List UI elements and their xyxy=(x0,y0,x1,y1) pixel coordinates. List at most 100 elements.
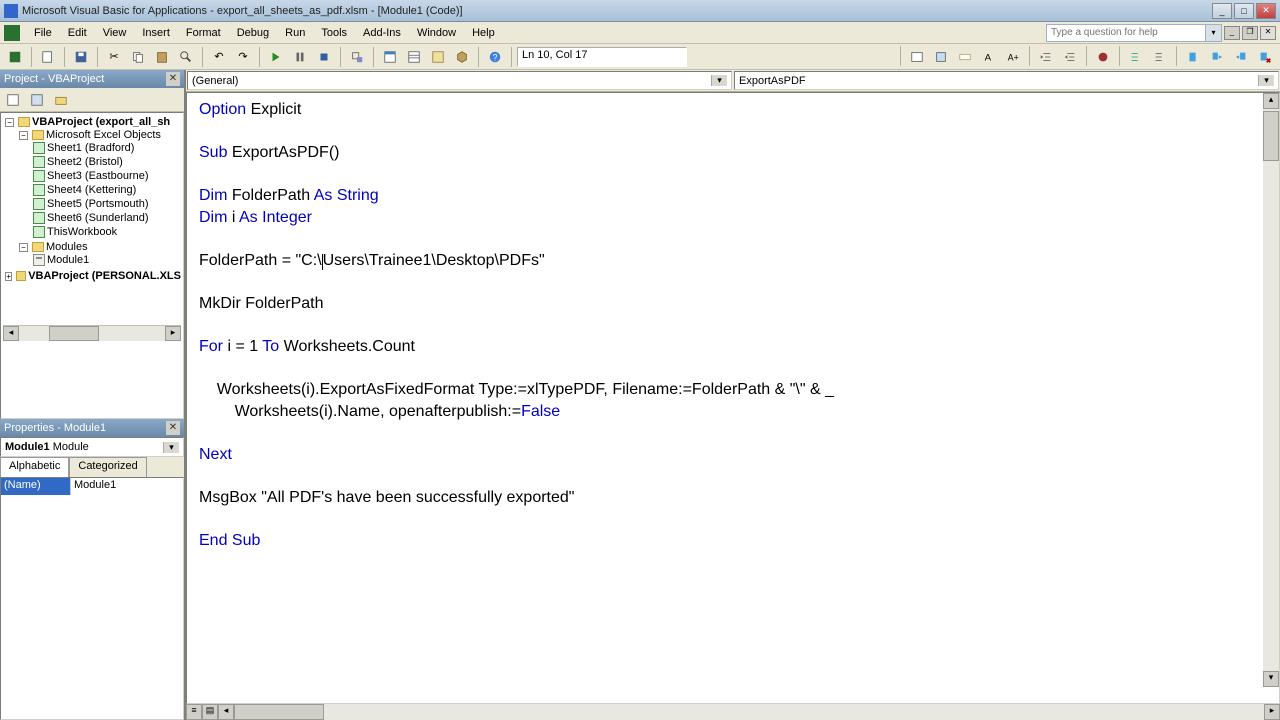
scroll-up-icon[interactable]: ▴ xyxy=(1263,93,1279,109)
tree-folder-modules[interactable]: Modules xyxy=(46,241,88,253)
prev-bookmark-icon[interactable] xyxy=(1230,46,1252,68)
insert-module-icon[interactable] xyxy=(37,46,59,68)
menu-file[interactable]: File xyxy=(26,25,60,41)
property-name-value[interactable]: Module1 xyxy=(71,478,183,495)
maximize-button[interactable]: □ xyxy=(1234,3,1254,19)
redo-icon[interactable]: ↷ xyxy=(232,46,254,68)
svg-text:A+: A+ xyxy=(1008,52,1019,62)
toggle-folders-icon[interactable] xyxy=(50,89,72,111)
tree-sheet[interactable]: Sheet1 (Bradford) xyxy=(47,142,134,154)
dropdown-icon[interactable]: ▾ xyxy=(163,442,179,453)
scroll-left-icon[interactable]: ◂ xyxy=(218,704,234,720)
scroll-thumb[interactable] xyxy=(49,326,99,341)
tree-sheet[interactable]: Sheet6 (Sunderland) xyxy=(47,212,149,224)
clear-bookmarks-icon[interactable] xyxy=(1254,46,1276,68)
tree-toggle[interactable]: − xyxy=(19,131,28,140)
view-object-icon[interactable] xyxy=(26,89,48,111)
menu-addins[interactable]: Add-Ins xyxy=(355,25,409,41)
menu-format[interactable]: Format xyxy=(178,25,229,41)
project-panel-close[interactable]: ✕ xyxy=(166,72,180,86)
quick-info-icon[interactable] xyxy=(954,46,976,68)
view-excel-icon[interactable] xyxy=(4,46,26,68)
scroll-thumb[interactable] xyxy=(234,704,324,720)
parameter-info-icon[interactable]: A xyxy=(978,46,1000,68)
close-button[interactable]: ✕ xyxy=(1256,3,1276,19)
find-icon[interactable] xyxy=(175,46,197,68)
menu-edit[interactable]: Edit xyxy=(60,25,95,41)
excel-icon[interactable] xyxy=(4,25,20,41)
properties-object-selector[interactable]: Module1 Module ▾ xyxy=(0,437,184,457)
tree-hscrollbar[interactable]: ◂ ▸ xyxy=(3,325,181,341)
next-bookmark-icon[interactable] xyxy=(1206,46,1228,68)
tree-sheet[interactable]: Sheet2 (Bristol) xyxy=(47,156,123,168)
run-icon[interactable] xyxy=(265,46,287,68)
menu-window[interactable]: Window xyxy=(409,25,464,41)
reset-icon[interactable] xyxy=(313,46,335,68)
design-mode-icon[interactable] xyxy=(346,46,368,68)
child-minimize-button[interactable]: _ xyxy=(1224,26,1240,40)
tree-thisworkbook[interactable]: ThisWorkbook xyxy=(47,226,117,238)
tree-toggle[interactable]: − xyxy=(19,243,28,252)
tree-toggle[interactable]: + xyxy=(5,272,12,281)
object-combobox[interactable]: (General)▾ xyxy=(187,71,732,90)
toolbox-icon[interactable] xyxy=(451,46,473,68)
svg-text:?: ? xyxy=(493,52,498,62)
dropdown-icon[interactable]: ▾ xyxy=(711,75,727,86)
menu-tools[interactable]: Tools xyxy=(313,25,355,41)
tree-sheet[interactable]: Sheet3 (Eastbourne) xyxy=(47,170,149,182)
tree-project[interactable]: VBAProject (export_all_sh xyxy=(32,116,170,128)
paste-icon[interactable] xyxy=(151,46,173,68)
tree-sheet[interactable]: Sheet4 (Kettering) xyxy=(47,184,136,196)
menu-debug[interactable]: Debug xyxy=(229,25,277,41)
tab-categorized[interactable]: Categorized xyxy=(69,457,146,477)
project-tree[interactable]: −VBAProject (export_all_sh −Microsoft Ex… xyxy=(0,112,184,419)
outdent-icon[interactable] xyxy=(1059,46,1081,68)
tab-alphabetic[interactable]: Alphabetic xyxy=(0,457,69,477)
menu-help[interactable]: Help xyxy=(464,25,503,41)
copy-icon[interactable] xyxy=(127,46,149,68)
child-restore-button[interactable]: ❐ xyxy=(1242,26,1258,40)
tree-sheet[interactable]: Sheet5 (Portsmouth) xyxy=(47,198,149,210)
view-code-icon[interactable] xyxy=(2,89,24,111)
code-vscrollbar[interactable]: ▴ ▾ xyxy=(1263,93,1279,687)
tree-folder-objects[interactable]: Microsoft Excel Objects xyxy=(46,129,161,141)
tree-module[interactable]: Module1 xyxy=(47,254,89,266)
list-constants-icon[interactable] xyxy=(930,46,952,68)
tree-project-personal[interactable]: VBAProject (PERSONAL.XLS xyxy=(28,270,181,282)
menu-insert[interactable]: Insert xyxy=(134,25,178,41)
properties-grid[interactable]: (Name) Module1 xyxy=(0,477,184,720)
break-icon[interactable] xyxy=(289,46,311,68)
scroll-down-icon[interactable]: ▾ xyxy=(1263,671,1279,687)
uncomment-block-icon[interactable] xyxy=(1149,46,1171,68)
toggle-breakpoint-icon[interactable] xyxy=(1092,46,1114,68)
child-close-button[interactable]: ✕ xyxy=(1260,26,1276,40)
cut-icon[interactable]: ✂ xyxy=(103,46,125,68)
minimize-button[interactable]: _ xyxy=(1212,3,1232,19)
tree-toggle[interactable]: − xyxy=(5,118,14,127)
scroll-right-icon[interactable]: ▸ xyxy=(165,326,181,341)
scroll-left-icon[interactable]: ◂ xyxy=(3,326,19,341)
procedure-combobox[interactable]: ExportAsPDF▾ xyxy=(734,71,1279,90)
indent-icon[interactable] xyxy=(1035,46,1057,68)
complete-word-icon[interactable]: A+ xyxy=(1002,46,1024,68)
properties-panel-close[interactable]: ✕ xyxy=(166,421,180,435)
list-properties-icon[interactable] xyxy=(906,46,928,68)
save-icon[interactable] xyxy=(70,46,92,68)
toggle-bookmark-icon[interactable] xyxy=(1182,46,1204,68)
code-editor[interactable]: Option Explicit Sub ExportAsPDF() Dim Fo… xyxy=(186,92,1280,704)
dropdown-icon[interactable]: ▾ xyxy=(1258,75,1274,86)
full-module-view-icon[interactable]: ▤ xyxy=(202,704,218,720)
comment-block-icon[interactable] xyxy=(1125,46,1147,68)
help-icon[interactable]: ? xyxy=(484,46,506,68)
menu-view[interactable]: View xyxy=(95,25,135,41)
object-browser-icon[interactable] xyxy=(427,46,449,68)
project-explorer-icon[interactable] xyxy=(379,46,401,68)
help-search-dropdown[interactable]: ▾ xyxy=(1206,24,1222,42)
procedure-view-icon[interactable]: ≡ xyxy=(186,704,202,720)
menu-run[interactable]: Run xyxy=(277,25,313,41)
help-search-input[interactable] xyxy=(1046,24,1206,42)
scroll-thumb[interactable] xyxy=(1263,111,1279,161)
properties-icon[interactable] xyxy=(403,46,425,68)
undo-icon[interactable]: ↶ xyxy=(208,46,230,68)
scroll-right-icon[interactable]: ▸ xyxy=(1264,704,1280,720)
